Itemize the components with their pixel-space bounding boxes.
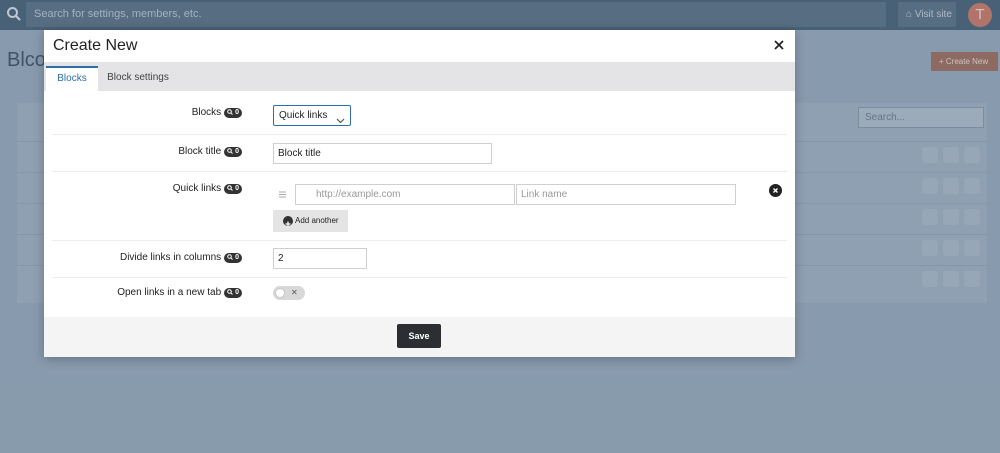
modal-body: Blocks 0 Quick links Block title 0 Block… <box>52 91 787 309</box>
search-badge: 0 <box>224 183 242 194</box>
add-another-label: Add another <box>295 216 339 225</box>
blocks-label: Blocks <box>191 107 222 118</box>
field-label: Quick links 0 <box>173 183 242 194</box>
badge-count: 0 <box>235 253 239 261</box>
plus-icon <box>283 216 293 227</box>
columns-input[interactable]: 2 <box>273 248 367 269</box>
form-row-quick-links: Quick links 0 http://example.com Link na… <box>52 172 787 241</box>
field-label: Divide links in columns 0 <box>120 252 242 263</box>
chevron-down-icon <box>336 112 345 131</box>
new-tab-toggle[interactable]: ✕ <box>273 286 305 300</box>
modal-footer: Save <box>44 317 795 357</box>
block-title-label: Block title <box>178 146 222 157</box>
search-badge: 0 <box>224 146 242 157</box>
toggle-off-icon: ✕ <box>291 288 298 297</box>
form-row-columns: Divide links in columns 0 2 <box>52 241 787 278</box>
add-another-button[interactable]: Add another <box>273 210 348 232</box>
badge-count: 0 <box>235 288 239 296</box>
modal-header: Create New <box>44 30 795 63</box>
new-tab-label: Open links in a new tab <box>117 287 222 298</box>
search-badge: 0 <box>224 252 242 263</box>
toggle-knob <box>275 288 285 298</box>
link-name-input[interactable]: Link name <box>516 184 736 205</box>
link-url-input[interactable]: http://example.com <box>295 184 515 205</box>
form-row-blocks: Blocks 0 Quick links <box>52 91 787 135</box>
drag-handle-icon[interactable] <box>279 187 286 198</box>
quick-links-label: Quick links <box>172 183 222 194</box>
badge-count: 0 <box>235 147 239 155</box>
close-icon[interactable] <box>771 37 787 53</box>
field-label: Block title 0 <box>178 146 242 157</box>
block-title-input[interactable]: Block title <box>273 143 492 164</box>
field-label: Blocks 0 <box>192 107 242 118</box>
create-new-modal: Create New Blocks Block settings Blocks … <box>44 30 795 357</box>
modal-title: Create New <box>53 37 138 54</box>
modal-tabs: Blocks Block settings <box>44 63 795 91</box>
remove-link-icon[interactable] <box>769 184 782 197</box>
form-row-new-tab: Open links in a new tab 0 ✕ <box>52 278 787 309</box>
tab-blocks[interactable]: Blocks <box>46 66 98 91</box>
blocks-select[interactable]: Quick links <box>273 105 351 126</box>
form-row-block-title: Block title 0 Block title <box>52 135 787 172</box>
search-badge: 0 <box>224 287 242 298</box>
columns-label: Divide links in columns <box>119 252 222 263</box>
save-button[interactable]: Save <box>397 324 441 348</box>
badge-count: 0 <box>235 108 239 116</box>
field-label: Open links in a new tab 0 <box>117 287 242 298</box>
search-badge: 0 <box>224 107 242 118</box>
tab-block-settings[interactable]: Block settings <box>98 66 178 91</box>
badge-count: 0 <box>235 184 239 192</box>
blocks-select-value: Quick links <box>279 110 328 121</box>
